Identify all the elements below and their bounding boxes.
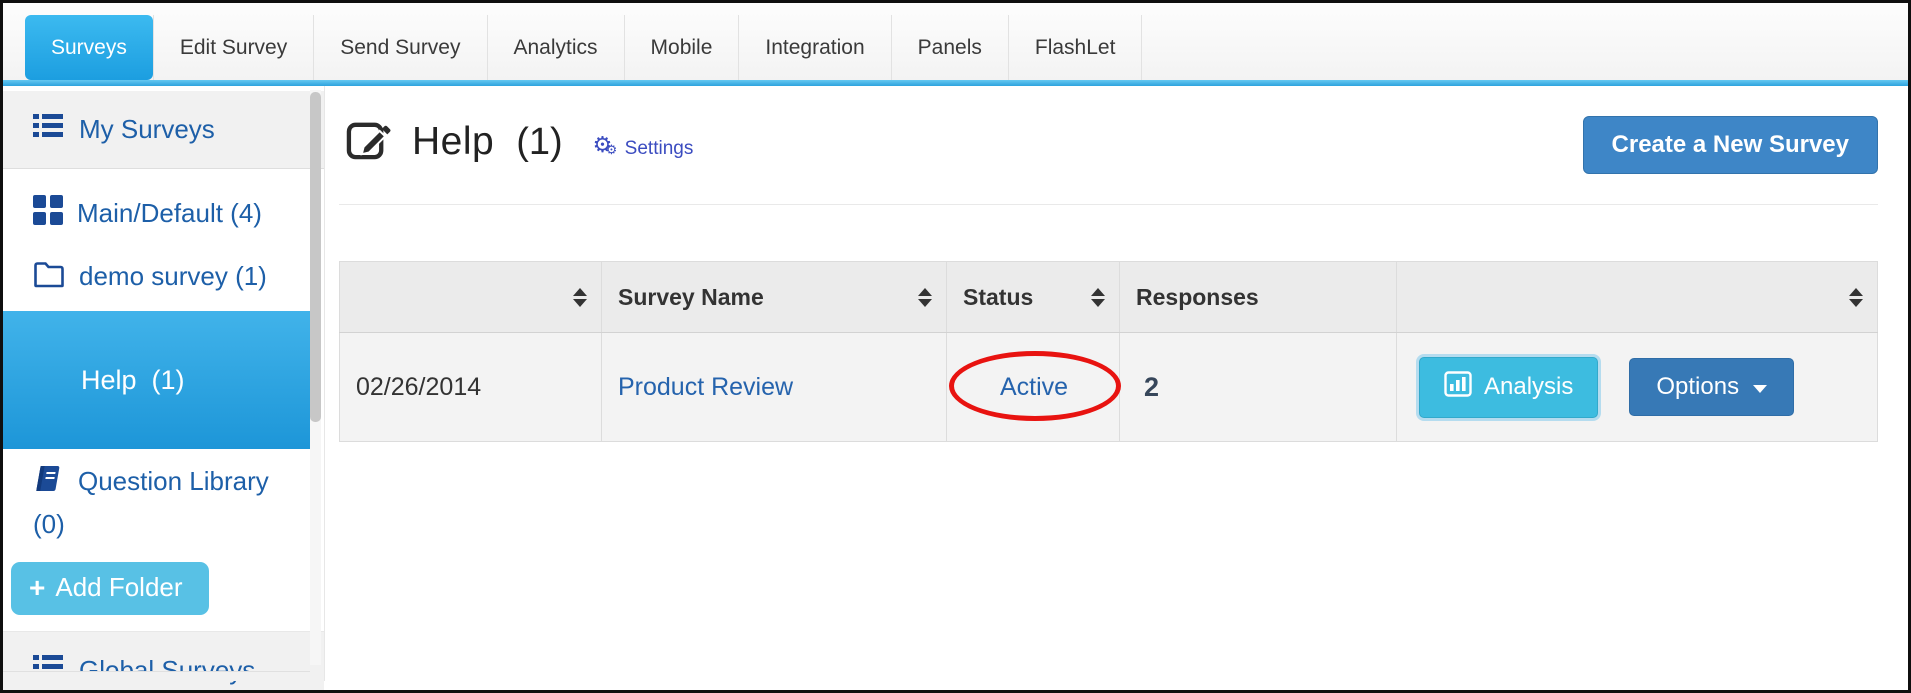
sort-icon[interactable] [1849,287,1863,307]
analysis-button[interactable]: Analysis [1419,356,1599,418]
tab-flashlet[interactable]: FlashLet [1009,15,1143,80]
column-header-survey-name[interactable]: Survey Name [601,261,947,333]
responses-cell: 2 [1119,332,1397,442]
analysis-label: Analysis [1484,373,1574,400]
tab-edit-survey[interactable]: Edit Survey [152,15,315,80]
actions-cell: Analysis Options [1396,332,1878,442]
tab-mobile[interactable]: Mobile [625,15,740,80]
column-header-status[interactable]: Status [946,261,1120,333]
responses-count: 2 [1144,371,1160,402]
tab-surveys[interactable]: Surveys [25,15,153,80]
sidebar-item-label: demo survey (1) [79,261,267,291]
sidebar-item-my-surveys[interactable]: My Surveys [3,91,324,169]
list-icon [33,113,63,146]
sort-icon[interactable] [1091,287,1105,307]
page-title: Help [412,120,495,163]
survey-name-cell: Product Review [601,332,947,442]
sidebar-item-label: Main/Default (4) [77,198,262,228]
scrollbar-thumb[interactable] [310,92,321,422]
app-window: Surveys Edit Survey Send Survey Analytic… [0,0,1911,693]
main-content: Help (1) ⚙ ⚙ Settings Create a New Survey [324,86,1908,681]
sort-icon[interactable] [918,287,932,307]
options-button[interactable]: Options [1629,358,1795,416]
settings-label: Settings [624,138,694,159]
column-label: Survey Name [618,283,764,310]
sidebar-item-label: My Surveys [79,114,215,144]
gear-icon: ⚙ ⚙ [592,132,618,157]
status-link[interactable]: Active [1000,373,1068,401]
tab-analytics[interactable]: Analytics [488,15,625,80]
column-header-actions[interactable] [1396,261,1878,333]
table-row: 02/26/2014 Product Review Active 2 Analy… [339,332,1878,442]
column-label: Status [963,283,1034,310]
survey-date-cell: 02/26/2014 [339,332,602,442]
grid-icon [33,195,63,236]
sidebar-item-demo-survey[interactable]: demo survey (1) [3,256,303,299]
column-header-date[interactable] [339,261,602,333]
sidebar-scrollbar[interactable] [310,90,321,665]
tab-integration[interactable]: Integration [739,15,892,80]
sidebar: My Surveys Main/Default (4) demo survey … [3,86,324,690]
folder-icon [33,259,65,299]
table-header-row: Survey Name Status Responses [339,261,1878,333]
tab-panels[interactable]: Panels [892,15,1009,80]
edit-icon [345,116,392,168]
sidebar-item-label: Help (1) [81,365,185,395]
sidebar-item-main-default[interactable]: Main/Default (4) [3,193,324,236]
column-label: Responses [1136,283,1259,310]
sidebar-next-section [3,671,310,681]
create-new-survey-button[interactable]: Create a New Survey [1582,116,1878,174]
sort-icon[interactable] [573,287,587,307]
survey-name-link[interactable]: Product Review [618,373,793,401]
surveys-table: Survey Name Status Responses 02/26/2014 … [339,261,1878,442]
book-icon [33,464,64,504]
sidebar-item-help[interactable]: Help (1) [3,311,310,449]
survey-status-cell: Active [946,332,1121,442]
add-folder-label: Add Folder [55,572,183,602]
sidebar-item-global-surveys[interactable]: Global Surveys [3,631,324,690]
sidebar-item-question-library[interactable]: Question Library (0) [3,461,303,544]
tab-send-survey[interactable]: Send Survey [314,15,488,80]
settings-link[interactable]: ⚙ ⚙ Settings [592,132,694,162]
caret-down-icon [1753,384,1768,393]
bar-chart-icon [1444,370,1472,404]
options-label: Options [1656,373,1740,400]
header-divider [339,204,1878,205]
add-folder-button[interactable]: + Add Folder [11,562,209,615]
page-title-count: (1) [516,120,563,163]
plus-icon: + [29,571,46,603]
top-nav: Surveys Edit Survey Send Survey Analytic… [3,3,1908,80]
column-header-responses[interactable]: Responses [1119,261,1397,333]
page-header: Help (1) ⚙ ⚙ Settings Create a New Survey [339,106,1878,178]
sidebar-item-label: Question Library (0) [33,466,269,539]
